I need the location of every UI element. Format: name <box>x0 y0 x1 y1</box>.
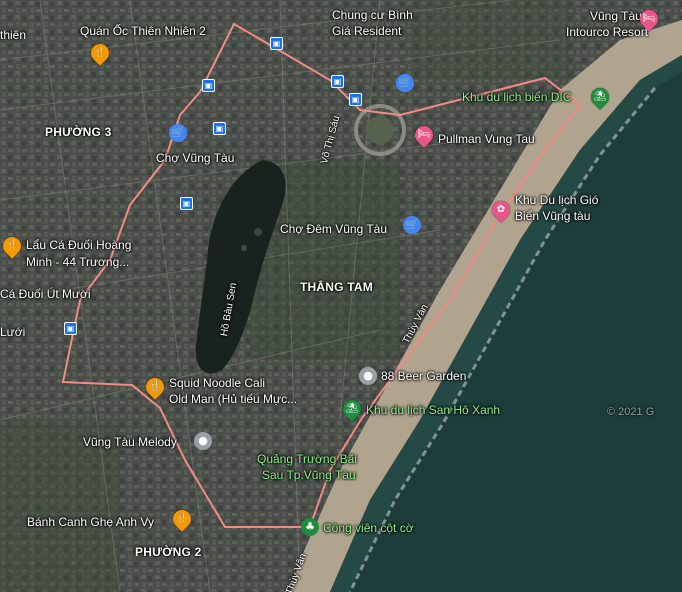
quang-truong-label-1[interactable]: Quảng Trường Bãi <box>257 452 357 466</box>
hotel-pin-icon[interactable]: 🛏 <box>411 122 437 148</box>
map-watermark: © 2021 G <box>607 406 655 418</box>
bus-stop-icon[interactable]: ▣ <box>64 322 77 335</box>
restaurant-pin-icon[interactable]: 🍴 <box>169 506 195 532</box>
intourco-label-1[interactable]: Vũng Tàu <box>590 9 642 23</box>
squid-label-2[interactable]: Old Man (Hủ tiếu Mực... <box>169 392 297 406</box>
attraction-pin-icon[interactable]: ✿ <box>488 197 514 223</box>
district-thang-tam: THẮNG TAM <box>300 280 373 294</box>
bus-stop-icon[interactable]: ▣ <box>213 122 226 135</box>
pullman-label[interactable]: Pullman Vung Tau <box>438 132 535 146</box>
satellite-map[interactable]: PHƯỜNG 3 THẮNG TAM PHƯỜNG 2 Võ Thị Sáu T… <box>0 0 682 592</box>
park-pin-icon[interactable]: ♣ <box>301 518 319 536</box>
cho-vung-tau-label[interactable]: Chợ Vũng Tàu <box>156 151 234 165</box>
bus-stop-icon[interactable]: ▣ <box>270 37 283 50</box>
ca-duoi-label[interactable]: Cá Đuối Út Mười <box>0 287 91 301</box>
khu-dic-label[interactable]: Khu du lịch biển DIC <box>462 90 571 104</box>
cong-vien-label[interactable]: Công viên cột cờ <box>323 521 414 535</box>
district-phuong-3: PHƯỜNG 3 <box>45 125 112 139</box>
squid-label-1[interactable]: Squid Noodle Cali <box>169 376 265 390</box>
shopping-icon[interactable]: 🛒 <box>403 216 421 234</box>
lau-ca-label-1[interactable]: Lẩu Cá Đuối Hoàng <box>26 238 131 252</box>
place-pin-icon[interactable]: ● <box>359 367 377 385</box>
chung-cu-label-1[interactable]: Chung cư Bình <box>332 8 413 22</box>
melody-label[interactable]: Vũng Tàu Melody <box>83 435 177 449</box>
shopping-icon[interactable]: 🛒 <box>169 124 187 142</box>
restaurant-pin-icon[interactable]: 🍴 <box>87 40 113 66</box>
hotel-pin-icon[interactable]: 🛏 <box>636 6 662 32</box>
place-pin-icon[interactable]: ● <box>194 432 212 450</box>
bus-stop-icon[interactable]: ▣ <box>180 197 193 210</box>
park-pin-icon[interactable]: ⛱ <box>339 396 365 422</box>
beer-garden-label[interactable]: 88 Beer Garden <box>381 369 466 383</box>
district-phuong-2: PHƯỜNG 2 <box>135 545 202 559</box>
quan-oc-label[interactable]: Quán Ốc Thiên Nhiên 2 <box>80 24 206 38</box>
khu-gio-label-2[interactable]: Biển Vũng tàu <box>515 209 590 223</box>
place-thien-label: thiên <box>0 28 27 42</box>
bus-stop-icon[interactable]: ▣ <box>202 79 215 92</box>
map-base <box>0 0 682 592</box>
bus-stop-icon[interactable]: ▣ <box>349 93 362 106</box>
lau-ca-label-2[interactable]: Minh - 44 Trương... <box>26 255 129 269</box>
chung-cu-label-2[interactable]: Giá Resident <box>332 24 401 38</box>
bus-stop-icon[interactable]: ▣ <box>331 75 344 88</box>
luoi-label[interactable]: Lưới <box>0 325 25 339</box>
banh-canh-label[interactable]: Bánh Canh Ghẹ Anh Vy <box>27 515 154 529</box>
quang-truong-label-2[interactable]: Sau Tp.Vũng Tàu <box>262 468 356 482</box>
khu-gio-label-1[interactable]: Khu Du lịch Gió <box>515 193 598 207</box>
intourco-label-2[interactable]: Intourco Resort <box>566 25 648 39</box>
shopping-icon[interactable]: 🛒 <box>396 74 414 92</box>
restaurant-pin-icon[interactable]: 🍴 <box>142 374 168 400</box>
park-pin-icon[interactable]: ⛱ <box>587 84 613 110</box>
cho-dem-label[interactable]: Chợ Đêm Vũng Tàu <box>280 222 387 236</box>
san-ho-label[interactable]: Khu du lịch San Hô Xanh <box>366 403 500 417</box>
